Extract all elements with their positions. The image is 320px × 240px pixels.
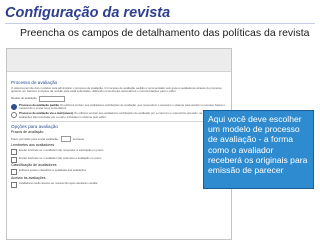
slide-title: Configuração da revista xyxy=(5,5,171,21)
access-item[interactable]: Avaliadores terão acesso ao manuscrito a… xyxy=(11,180,227,188)
radio-email-review[interactable] xyxy=(11,112,17,119)
review-process-heading: Processo de avaliação xyxy=(11,80,58,85)
rating-heading: Classificação de avaliadores xyxy=(11,163,57,168)
reminders-heading: Lembretes aos avaliadores xyxy=(11,143,55,148)
reminder-item[interactable]: Enviar lembrete se o avaliador não respo… xyxy=(11,148,227,156)
embedded-screenshot: Processo de avaliação O sistema permite … xyxy=(6,48,232,240)
reminder-item[interactable]: Enviar lembrete se o avaliador não subme… xyxy=(11,155,227,163)
section-divider xyxy=(11,120,227,122)
option-standard-review-body: Processo de avaliação padrão Os editores… xyxy=(19,103,227,111)
screenshot-header xyxy=(7,49,231,72)
option-email-review-body: Processo de avaliação via e-mail (anexo)… xyxy=(19,111,227,119)
deadline-row: Prazo permitido para enviar avaliação: s… xyxy=(11,136,227,143)
review-process-intro: O sistema permite dois modelos para admi… xyxy=(11,86,223,94)
reminder-text: Enviar lembrete se o avaliador não subme… xyxy=(19,155,102,160)
title-divider xyxy=(5,23,315,24)
option-email-review[interactable]: Processo de avaliação via e-mail (anexo)… xyxy=(11,111,227,119)
review-model-label: Modelo de avaliação xyxy=(11,96,37,101)
deadline-weeks-label: semanas xyxy=(72,136,85,141)
rating-item[interactable]: Editores podem classificar a qualidade d… xyxy=(11,168,227,176)
access-text: Avaliadores terão acesso ao manuscrito a… xyxy=(19,180,98,185)
access-checkbox[interactable] xyxy=(11,181,17,188)
info-callout: Aqui você deve escolher um modelo de pro… xyxy=(203,110,314,189)
review-model-dropdown[interactable] xyxy=(38,95,65,102)
review-model-row: Modelo de avaliação xyxy=(11,95,227,102)
review-options-heading: Opções para avaliação xyxy=(11,123,58,129)
rating-checkbox[interactable] xyxy=(11,169,17,176)
reminder-checkbox[interactable] xyxy=(11,149,17,156)
deadline-text: Prazo permitido para enviar avaliação: xyxy=(11,136,59,141)
reminder-text: Enviar lembrete se o avaliador não respo… xyxy=(19,148,104,153)
radio-standard-review[interactable] xyxy=(11,104,17,111)
deadline-heading: Prazos de avaliação xyxy=(11,129,44,134)
option-standard-review[interactable]: Processo de avaliação padrão Os editores… xyxy=(11,103,227,111)
rating-text: Editores podem classificar a qualidade d… xyxy=(19,168,87,173)
access-heading: Acesso às avaliações xyxy=(11,175,46,180)
reminder-checkbox[interactable] xyxy=(11,156,17,163)
deadline-weeks-input[interactable] xyxy=(60,136,71,143)
slide-subtitle: Preencha os campos de detalhamento das p… xyxy=(20,27,310,39)
review-settings-form: Processo de avaliação O sistema permite … xyxy=(11,79,227,189)
